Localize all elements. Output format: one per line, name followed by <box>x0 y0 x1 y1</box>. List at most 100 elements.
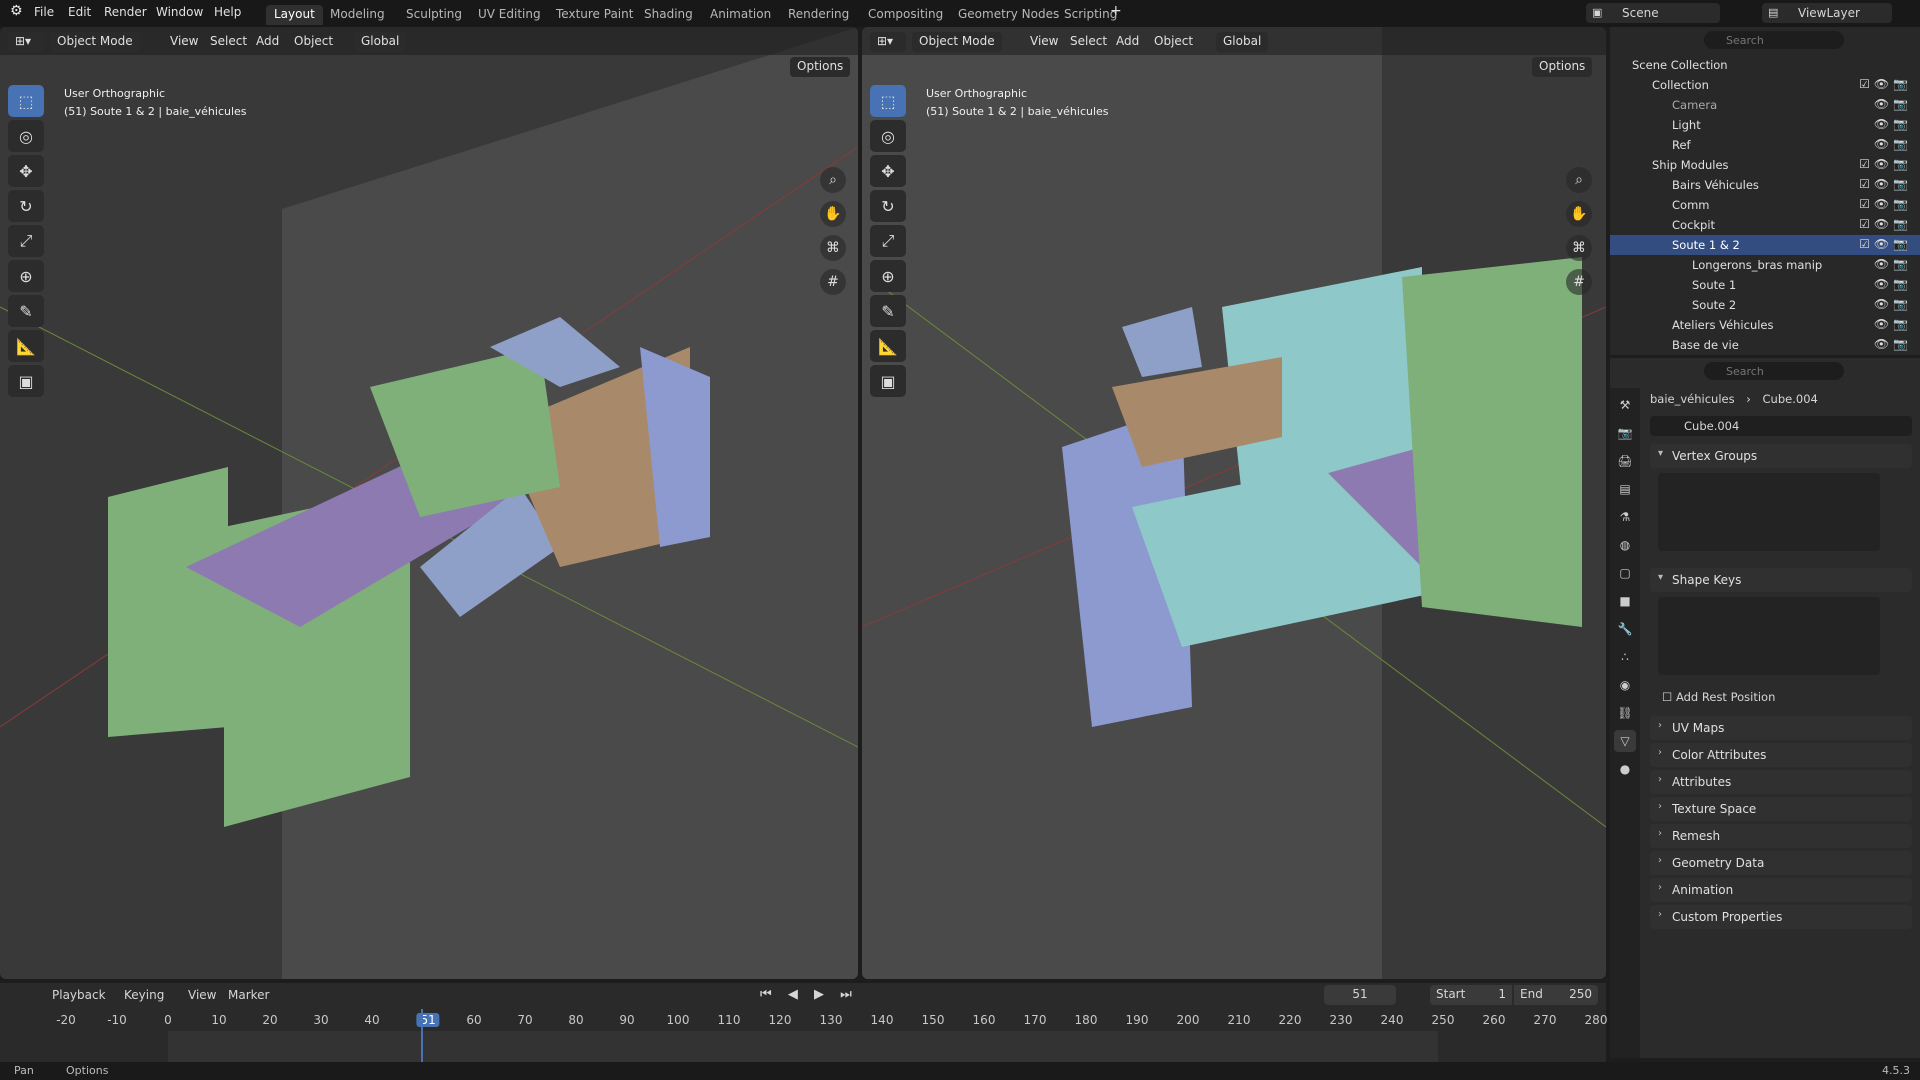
add-cube-icon[interactable]: ▣ <box>870 365 906 397</box>
shape-keys-list[interactable] <box>1658 597 1880 675</box>
panel-geometry-data[interactable]: › Geometry Data <box>1650 851 1912 875</box>
tool-tab-icon[interactable]: ⚒ <box>1614 394 1636 416</box>
panel-attributes[interactable]: › Attributes <box>1650 770 1912 794</box>
outliner-row[interactable]: Comm ☑👁📷 <box>1610 195 1920 215</box>
add-cube-icon[interactable]: ▣ <box>8 365 44 397</box>
cursor-icon[interactable]: ◎ <box>870 120 906 152</box>
collection-tab-icon[interactable]: ▢ <box>1614 562 1636 584</box>
blender-logo-icon[interactable]: ⚙ <box>10 3 23 19</box>
editor-type-icon[interactable]: ⊞▾ <box>8 32 44 52</box>
tab-layout[interactable]: Layout <box>266 5 323 25</box>
menu-view[interactable]: View <box>188 988 216 1002</box>
outliner-row[interactable]: Scene Collection <box>1610 55 1920 75</box>
visibility-icon[interactable]: ☑👁📷 <box>1859 237 1912 251</box>
select-box-icon[interactable]: ⬚ <box>8 85 44 117</box>
outliner-row[interactable]: Soute 1 👁📷 <box>1610 275 1920 295</box>
menu-edit[interactable]: Edit <box>68 5 91 19</box>
outliner-row[interactable]: Cockpit ☑👁📷 <box>1610 215 1920 235</box>
visibility-icon[interactable]: 👁📷 <box>1874 97 1912 111</box>
orientation-selector[interactable]: Global <box>1216 32 1269 52</box>
menu-render[interactable]: Render <box>104 5 147 19</box>
menu-select[interactable]: Select <box>1070 34 1107 48</box>
tab-animation[interactable]: Animation <box>702 5 779 25</box>
add-rest-position-checkbox[interactable]: ☐ Add Rest Position <box>1662 690 1775 704</box>
mode-selector[interactable]: Object Mode <box>912 32 1002 52</box>
outliner-row[interactable]: Bairs Véhicules ☑👁📷 <box>1610 175 1920 195</box>
move-icon[interactable]: ✥ <box>870 155 906 187</box>
view-layer-selector[interactable]: ▤ ViewLayer <box>1762 3 1892 23</box>
tab-rendering[interactable]: Rendering <box>780 5 857 25</box>
timeline[interactable]: Playback Keying View Marker ⏮ ◀ ▶ ⏭ 51 S… <box>0 983 1607 1067</box>
visibility-icon[interactable]: 👁📷 <box>1874 117 1912 131</box>
material-tab-icon[interactable]: ● <box>1614 758 1636 780</box>
menu-file[interactable]: File <box>34 5 54 19</box>
outliner-row[interactable]: Ship Modules ☑👁📷 <box>1610 155 1920 175</box>
panel-vertex-groups[interactable]: ▾ Vertex Groups <box>1650 444 1912 468</box>
playhead[interactable] <box>421 1009 423 1067</box>
particles-tab-icon[interactable]: ∴ <box>1614 646 1636 668</box>
mode-selector[interactable]: Object Mode <box>50 32 140 52</box>
menu-object[interactable]: Object <box>294 34 333 48</box>
cursor-icon[interactable]: ◎ <box>8 120 44 152</box>
viewport-right[interactable]: ⊞▾ Object Mode View Select Add Object Gl… <box>862 27 1606 979</box>
menu-view[interactable]: View <box>170 34 198 48</box>
scene-selector[interactable]: ▣ Scene <box>1586 3 1720 23</box>
end-frame-field[interactable]: End 250 <box>1514 985 1598 1005</box>
outliner-row[interactable]: Camera 👁📷 <box>1610 95 1920 115</box>
panel-remesh[interactable]: › Remesh <box>1650 824 1912 848</box>
zoom-icon[interactable]: ⌕ <box>1566 167 1592 193</box>
pan-hand-icon[interactable]: ✋ <box>820 201 846 227</box>
menu-add[interactable]: Add <box>1116 34 1139 48</box>
tab-uv-editing[interactable]: UV Editing <box>470 5 549 25</box>
menu-add[interactable]: Add <box>256 34 279 48</box>
world-tab-icon[interactable]: ◍ <box>1614 534 1636 556</box>
tab-shading[interactable]: Shading <box>636 5 701 25</box>
options-button[interactable]: Options <box>790 57 851 77</box>
menu-keying[interactable]: Keying <box>124 988 164 1002</box>
visibility-icon[interactable]: 👁📷 <box>1874 297 1912 311</box>
output-tab-icon[interactable]: 🖨 <box>1614 450 1636 472</box>
annotate-icon[interactable]: ✎ <box>8 295 44 327</box>
visibility-icon[interactable]: ☑👁📷 <box>1859 177 1912 191</box>
camera-view-icon[interactable]: ⌘ <box>820 235 846 261</box>
transform-icon[interactable]: ⊕ <box>870 260 906 292</box>
panel-color-attributes[interactable]: › Color Attributes <box>1650 743 1912 767</box>
view-layer-tab-icon[interactable]: ▤ <box>1614 478 1636 500</box>
scene-tab-icon[interactable]: ⚗ <box>1614 506 1636 528</box>
visibility-icon[interactable]: 👁📷 <box>1874 337 1912 351</box>
panel-animation[interactable]: › Animation <box>1650 878 1912 902</box>
vertex-groups-list[interactable] <box>1658 473 1880 551</box>
scale-icon[interactable]: ⤢ <box>870 225 906 257</box>
zoom-icon[interactable]: ⌕ <box>820 167 846 193</box>
outliner-row[interactable]: Ref 👁📷 <box>1610 135 1920 155</box>
pan-hand-icon[interactable]: ✋ <box>1566 201 1592 227</box>
select-box-icon[interactable]: ⬚ <box>870 85 906 117</box>
panel-shape-keys[interactable]: ▾ Shape Keys <box>1650 568 1912 592</box>
menu-view[interactable]: View <box>1030 34 1058 48</box>
grid-toggle-icon[interactable]: # <box>1566 269 1592 295</box>
menu-window[interactable]: Window <box>156 5 203 19</box>
outliner-row[interactable]: Light 👁📷 <box>1610 115 1920 135</box>
outliner-search-input[interactable] <box>1704 31 1844 49</box>
add-workspace-icon[interactable]: + <box>1110 3 1122 19</box>
menu-help[interactable]: Help <box>214 5 241 19</box>
visibility-icon[interactable]: 👁📷 <box>1874 277 1912 291</box>
properties-search-input[interactable] <box>1704 362 1844 380</box>
object-tab-icon[interactable]: ■ <box>1614 590 1636 612</box>
annotate-icon[interactable]: ✎ <box>870 295 906 327</box>
scale-icon[interactable]: ⤢ <box>8 225 44 257</box>
tab-compositing[interactable]: Compositing <box>860 5 951 25</box>
menu-marker[interactable]: Marker <box>228 988 269 1002</box>
menu-object[interactable]: Object <box>1154 34 1193 48</box>
constraints-tab-icon[interactable]: ⛓ <box>1614 702 1636 724</box>
options-button[interactable]: Options <box>1532 57 1593 77</box>
panel-texture-space[interactable]: › Texture Space <box>1650 797 1912 821</box>
camera-view-icon[interactable]: ⌘ <box>1566 235 1592 261</box>
editor-type-icon[interactable]: ⊞▾ <box>870 32 906 52</box>
visibility-icon[interactable]: 👁📷 <box>1874 257 1912 271</box>
mesh-name-field[interactable]: Cube.004 <box>1650 416 1912 436</box>
outliner-row[interactable]: Ateliers Véhicules 👁📷 <box>1610 315 1920 335</box>
physics-tab-icon[interactable]: ◉ <box>1614 674 1636 696</box>
menu-playback[interactable]: Playback <box>52 988 106 1002</box>
playback-controls[interactable]: ⏮ ◀ ▶ ⏭ <box>760 987 858 1002</box>
